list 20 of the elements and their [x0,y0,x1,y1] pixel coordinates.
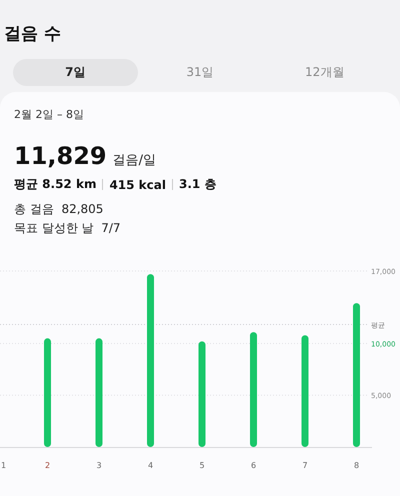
x-axis-label: 6 [250,461,256,470]
date-range: 2월 2일 – 8일 [14,107,85,122]
x-axis-label: 2 [44,461,50,470]
x-axis-label: 4 [148,461,154,470]
period-tab[interactable]: 7일 [13,59,138,86]
stat-text: 3.1 층 [178,176,216,193]
stat-text: 415 kcal [109,178,166,192]
summary-line: 총 걸음 82,805 [14,201,104,218]
stat-text: 평균 8.52 km [14,176,96,193]
daily-steps-unit: 걸음/일 [112,152,156,169]
x-axis-label: 5 [199,461,205,470]
x-axis-label: 7 [302,461,308,470]
period-tab[interactable]: 12개월 [262,59,388,86]
period-tab[interactable]: 31일 [138,59,262,86]
x-axis-label: 3 [96,461,102,470]
daily-steps-value: 11,829 [14,142,107,170]
x-axis-label: 1 [1,461,6,470]
x-axis-label: 8 [354,461,360,470]
summary-line: 목표 달성한 날 7/7 [14,220,122,237]
page-title: 걸음 수 [4,23,62,46]
